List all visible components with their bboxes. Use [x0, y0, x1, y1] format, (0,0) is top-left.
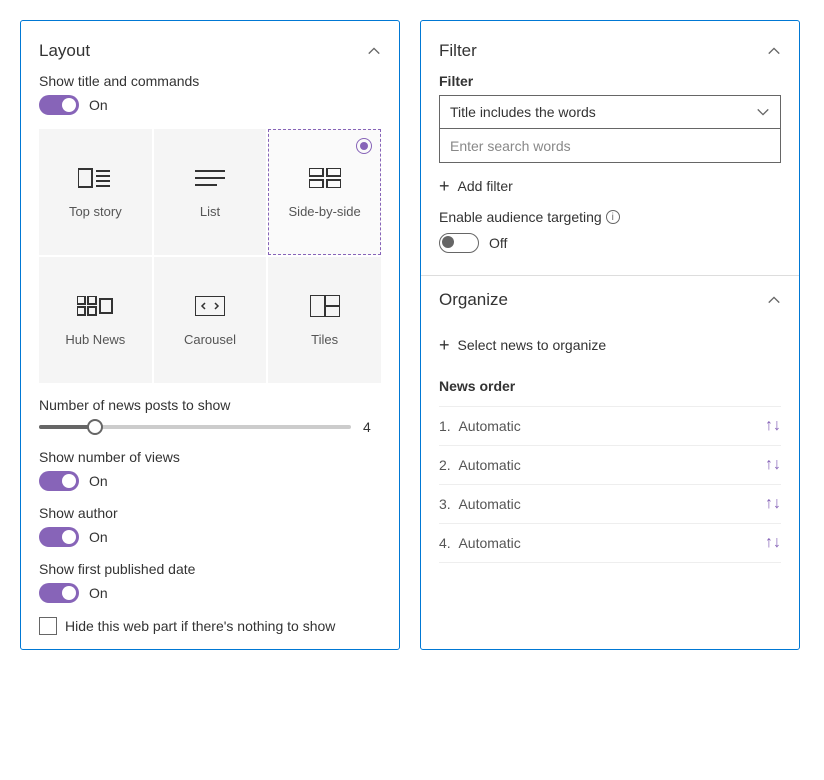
add-filter-label: Add filter: [458, 178, 513, 194]
filter-select[interactable]: Title includes the words: [439, 95, 781, 129]
hub-news-icon: [77, 294, 113, 318]
filter-header[interactable]: Filter: [439, 35, 781, 73]
show-date-toggle[interactable]: [39, 583, 79, 603]
layout-header[interactable]: Layout: [39, 35, 381, 73]
targeting-toggle[interactable]: [439, 233, 479, 253]
order-item: 2. Automatic ↑↓: [439, 446, 781, 485]
news-order-label: News order: [439, 378, 781, 394]
add-filter-button[interactable]: + Add filter: [439, 177, 781, 195]
show-views-toggle[interactable]: [39, 471, 79, 491]
tile-carousel[interactable]: Carousel: [154, 257, 267, 383]
order-item: 4. Automatic ↑↓: [439, 524, 781, 563]
sort-icon[interactable]: ↑↓: [765, 417, 781, 435]
tile-tiles[interactable]: Tiles: [268, 257, 381, 383]
show-views-state: On: [89, 473, 108, 489]
targeting-label: Enable audience targeting i: [439, 209, 781, 225]
right-panel: Filter Filter Title includes the words +…: [420, 20, 800, 650]
tiles-icon: [307, 294, 343, 318]
order-list: 1. Automatic ↑↓ 2. Automatic ↑↓ 3. Autom…: [439, 406, 781, 563]
chevron-up-icon: [767, 293, 781, 307]
top-story-icon: [77, 166, 113, 190]
show-views-label: Show number of views: [39, 449, 381, 465]
hide-empty-checkbox[interactable]: [39, 617, 57, 635]
select-news-button[interactable]: + Select news to organize: [439, 336, 781, 354]
posts-slider[interactable]: [39, 425, 351, 429]
filter-input[interactable]: [439, 129, 781, 163]
filter-select-value: Title includes the words: [450, 104, 596, 120]
layout-title: Layout: [39, 41, 90, 61]
organize-header[interactable]: Organize: [439, 284, 781, 322]
sort-icon[interactable]: ↑↓: [765, 456, 781, 474]
order-item: 3. Automatic ↑↓: [439, 485, 781, 524]
organize-title: Organize: [439, 290, 508, 310]
side-by-side-icon: [307, 166, 343, 190]
show-title-state: On: [89, 97, 108, 113]
chevron-down-icon: [756, 105, 770, 119]
order-item: 1. Automatic ↑↓: [439, 406, 781, 446]
info-icon[interactable]: i: [606, 210, 620, 224]
plus-icon: +: [439, 336, 450, 354]
show-author-label: Show author: [39, 505, 381, 521]
targeting-state: Off: [489, 235, 507, 251]
show-author-toggle[interactable]: [39, 527, 79, 547]
list-icon: [192, 166, 228, 190]
tile-top-story[interactable]: Top story: [39, 129, 152, 255]
plus-icon: +: [439, 177, 450, 195]
chevron-up-icon: [767, 44, 781, 58]
sort-icon[interactable]: ↑↓: [765, 534, 781, 552]
carousel-icon: [192, 294, 228, 318]
tile-list[interactable]: List: [154, 129, 267, 255]
filter-title: Filter: [439, 41, 477, 61]
filter-field-label: Filter: [439, 73, 781, 89]
chevron-up-icon: [367, 44, 381, 58]
divider: [421, 275, 799, 276]
posts-slider-value: 4: [363, 419, 381, 435]
show-date-state: On: [89, 585, 108, 601]
tile-side-by-side[interactable]: Side-by-side: [268, 129, 381, 255]
layout-grid: Top story List Side-by-side Hub News: [39, 129, 381, 383]
show-title-label: Show title and commands: [39, 73, 381, 89]
show-date-label: Show first published date: [39, 561, 381, 577]
select-news-label: Select news to organize: [458, 337, 607, 353]
hide-empty-label: Hide this web part if there's nothing to…: [65, 617, 335, 635]
posts-slider-label: Number of news posts to show: [39, 397, 381, 413]
tile-hub-news[interactable]: Hub News: [39, 257, 152, 383]
show-author-state: On: [89, 529, 108, 545]
layout-panel: Layout Show title and commands On Top st…: [20, 20, 400, 650]
show-title-toggle[interactable]: [39, 95, 79, 115]
radio-selected-icon: [356, 138, 372, 154]
sort-icon[interactable]: ↑↓: [765, 495, 781, 513]
